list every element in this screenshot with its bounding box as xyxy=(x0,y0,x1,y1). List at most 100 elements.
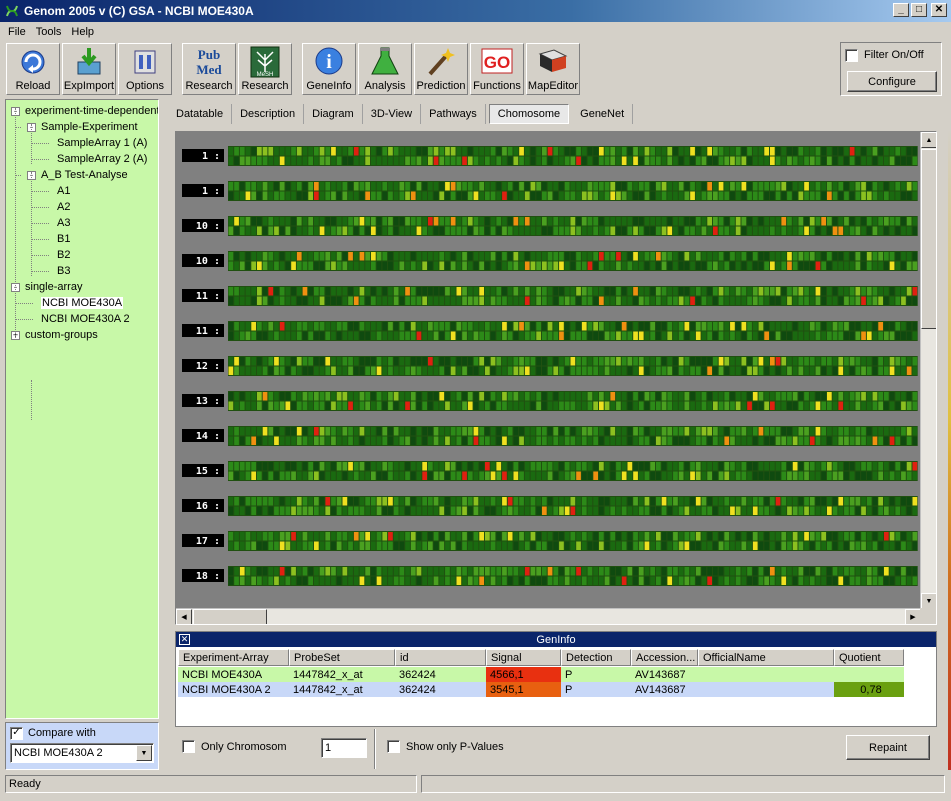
tree-node[interactable]: B2 xyxy=(57,247,70,263)
chevron-down-icon[interactable]: ▼ xyxy=(136,745,152,761)
table-row[interactable]: NCBI MOE430A 2 1447842_x_at 362424 3545,1 P A… xyxy=(178,682,904,697)
maximize-button[interactable]: □ xyxy=(911,3,927,17)
tree-node[interactable]: SampleArray 1 (A) xyxy=(57,135,147,151)
minimize-button[interactable]: _ xyxy=(893,3,909,17)
mesh-research-button[interactable]: MeSH Research xyxy=(238,43,292,95)
gene-cell xyxy=(627,296,633,305)
tree-node[interactable]: B3 xyxy=(57,263,70,279)
tree-node[interactable]: A3 xyxy=(57,215,70,231)
table-row[interactable]: NCBI MOE430A 1447842_x_at 362424 4566,1 P AV1… xyxy=(178,667,904,682)
gene-cell xyxy=(798,576,804,585)
gene-cell xyxy=(365,261,370,270)
tree-node[interactable]: - single-array xyxy=(11,279,82,295)
configure-button[interactable]: Configure xyxy=(847,71,937,92)
compare-checkbox[interactable]: ✓ xyxy=(10,726,23,740)
tab-pathways[interactable]: Pathways xyxy=(421,104,486,124)
column-header[interactable]: ProbeSet xyxy=(289,649,395,666)
expimport-button[interactable]: ExpImport xyxy=(62,43,116,95)
gene-cell xyxy=(228,436,234,445)
tree-node[interactable]: SampleArray 2 (A) xyxy=(57,151,147,167)
tree-node[interactable]: NCBI MOE430A 2 xyxy=(41,311,130,327)
options-button[interactable]: Options xyxy=(118,43,172,95)
menu-help[interactable]: Help xyxy=(67,26,100,38)
gene-cell xyxy=(724,541,730,550)
gene-cell xyxy=(228,252,234,261)
gene-cell xyxy=(809,436,815,445)
analysis-button[interactable]: Analysis xyxy=(358,43,412,95)
gene-cell xyxy=(599,392,604,401)
repaint-button[interactable]: Repaint xyxy=(846,735,930,760)
scroll-left-icon[interactable]: ◀ xyxy=(176,609,192,624)
chromosom-number-field[interactable]: 1 xyxy=(321,738,367,758)
tree-node[interactable]: A2 xyxy=(57,199,70,215)
gene-cell xyxy=(832,156,838,165)
gene-cell xyxy=(872,252,878,261)
vertical-scroll-thumb[interactable] xyxy=(921,149,936,329)
gene-cell xyxy=(912,366,918,375)
only-chromosom-checkbox[interactable] xyxy=(182,740,195,753)
gene-cell xyxy=(416,401,422,410)
scroll-down-icon[interactable]: ▼ xyxy=(921,593,936,609)
tab-diagram[interactable]: Diagram xyxy=(304,104,363,124)
functions-button[interactable]: GO Functions xyxy=(470,43,524,95)
gene-cell xyxy=(473,252,479,261)
gene-cell xyxy=(718,322,724,331)
gene-cell xyxy=(701,532,707,541)
scroll-up-icon[interactable]: ▲ xyxy=(921,132,936,148)
gene-cell xyxy=(302,287,308,296)
pvalues-checkbox[interactable] xyxy=(387,740,400,753)
horizontal-scrollbar[interactable]: ◀ ▶ xyxy=(176,608,921,624)
tab-datatable[interactable]: Datatable xyxy=(168,104,233,124)
column-header[interactable]: id xyxy=(395,649,486,666)
gene-cell xyxy=(587,226,593,235)
filter-checkbox[interactable] xyxy=(845,48,858,62)
gene-cell xyxy=(610,471,616,480)
close-icon[interactable]: ✕ xyxy=(179,634,190,645)
gene-cell xyxy=(724,436,730,445)
scroll-right-icon[interactable]: ▶ xyxy=(905,609,921,624)
column-header[interactable]: Accession... xyxy=(631,649,698,666)
vertical-scrollbar[interactable]: ▲ ▼ xyxy=(920,132,936,609)
gene-cell xyxy=(673,322,678,331)
tab-3d-view[interactable]: 3D-View xyxy=(363,104,422,124)
tree-node[interactable]: - A_B Test-Analyse xyxy=(27,167,128,183)
gene-cell xyxy=(239,287,245,296)
gene-cell xyxy=(348,532,353,541)
gene-cell xyxy=(781,462,787,471)
tree-node[interactable]: - experiment-time-dependent xyxy=(11,103,158,119)
menu-tools[interactable]: Tools xyxy=(32,26,68,38)
tree-node[interactable]: A1 xyxy=(57,183,70,199)
mapeditor-button[interactable]: MapEditor xyxy=(526,43,580,95)
tree-node[interactable]: + custom-groups xyxy=(11,327,98,343)
menu-file[interactable]: File xyxy=(4,26,32,38)
column-header[interactable]: Signal xyxy=(486,649,561,666)
column-header[interactable]: Quotient xyxy=(834,649,904,666)
gene-cell xyxy=(410,357,416,366)
gene-cell xyxy=(371,357,376,366)
compare-select[interactable]: NCBI MOE430A 2 ▼ xyxy=(10,743,154,763)
column-header[interactable]: OfficialName xyxy=(698,649,834,666)
gene-cell xyxy=(479,261,484,270)
gene-cell xyxy=(701,182,707,191)
tab-description[interactable]: Description xyxy=(232,104,305,124)
tab-chomosome[interactable]: Chomosome xyxy=(488,104,570,124)
gene-cell xyxy=(553,532,559,541)
horizontal-scroll-thumb[interactable] xyxy=(193,609,267,624)
prediction-button[interactable]: Prediction xyxy=(414,43,468,95)
geneinfo-button[interactable]: i GeneInfo xyxy=(302,43,356,95)
reload-button[interactable]: Reload xyxy=(6,43,60,95)
gene-cell xyxy=(809,357,815,366)
column-header[interactable]: Experiment-Array xyxy=(178,649,289,666)
gene-cell xyxy=(621,156,627,165)
tab-genenet[interactable]: GeneNet xyxy=(572,104,634,124)
tree-node[interactable]: - Sample-Experiment xyxy=(27,119,138,135)
gene-cell xyxy=(656,322,661,331)
pubmed-research-button[interactable]: Pub Med Research xyxy=(182,43,236,95)
tree-node[interactable]: B1 xyxy=(57,231,70,247)
chromosome-view[interactable]: 1 :1 :10 :10 :11 :11 :12 :13 :14 :15 :16… xyxy=(175,131,937,625)
chromosome-row: 18 : xyxy=(182,566,918,586)
tree-node[interactable]: NCBI MOE430A xyxy=(41,295,124,311)
column-header[interactable]: Detection xyxy=(561,649,631,666)
gene-cell xyxy=(234,226,239,235)
close-button[interactable]: ✕ xyxy=(931,3,947,17)
